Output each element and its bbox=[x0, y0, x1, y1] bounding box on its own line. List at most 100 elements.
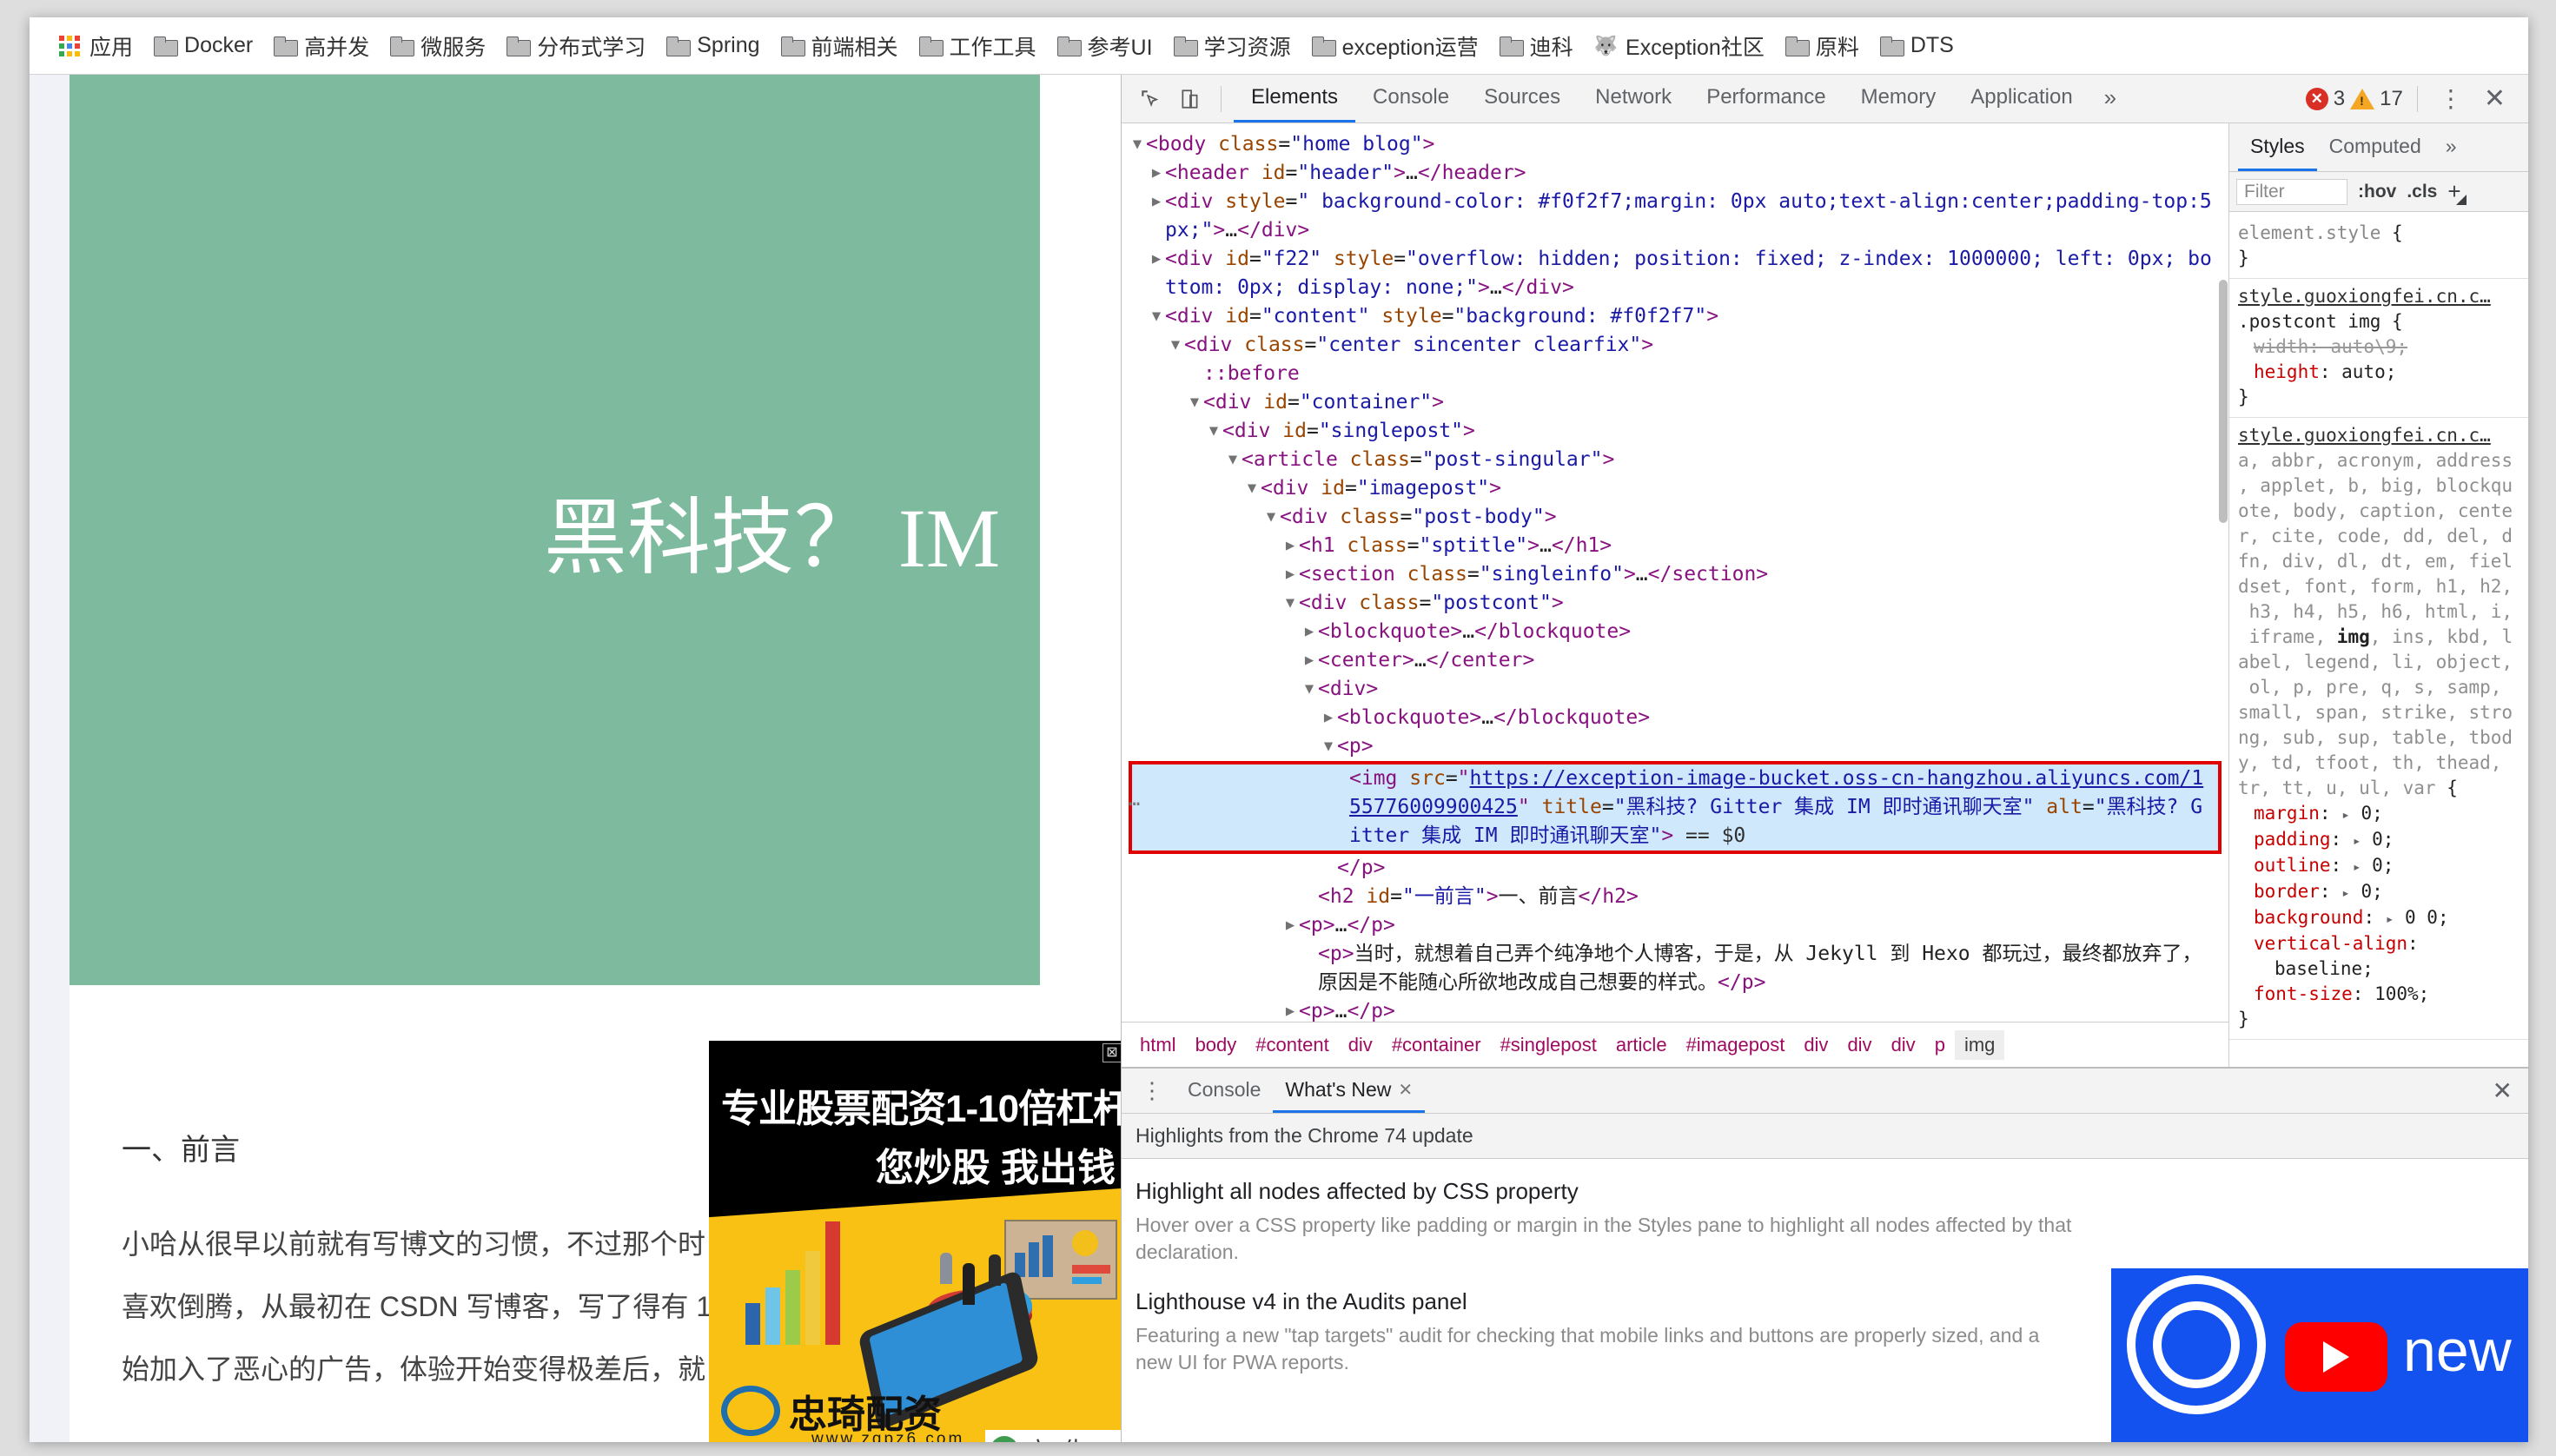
style-rule[interactable]: style.guoxiongfei.cn.c… .postcont img {wi… bbox=[2229, 279, 2528, 418]
style-declaration[interactable]: padding: ▸ 0; bbox=[2238, 827, 2520, 853]
dom-node-row[interactable]: <blockquote>…</blockquote> bbox=[1122, 704, 2228, 732]
bookmark-dike[interactable]: 迪科 bbox=[1489, 25, 1584, 67]
dom-node-row[interactable]: ::before bbox=[1122, 360, 2228, 388]
dom-node-row[interactable]: <div id="f22" style="overflow: hidden; p… bbox=[1122, 245, 2228, 302]
chevron-down-icon[interactable] bbox=[1148, 302, 1165, 331]
ad-close-icon[interactable]: ⊠ bbox=[1103, 1043, 1121, 1062]
tab-sources[interactable]: Sources bbox=[1467, 75, 1578, 122]
dom-node-row[interactable]: <div> bbox=[1122, 675, 2228, 704]
dom-node-row[interactable]: <img src="https://exception-image-bucket… bbox=[1132, 764, 2218, 850]
style-rule-origin[interactable]: style.guoxiongfei.cn.c… bbox=[2238, 284, 2520, 309]
tab-network[interactable]: Network bbox=[1578, 75, 1689, 122]
dom-node-row[interactable]: <header id="header">…</header> bbox=[1122, 159, 2228, 188]
device-toolbar-icon[interactable] bbox=[1172, 82, 1208, 116]
toggle-class-button[interactable]: .cls bbox=[2407, 182, 2437, 202]
dom-node-row[interactable]: <article class="post-singular"> bbox=[1122, 446, 2228, 474]
dom-tree[interactable]: <body class="home blog"> <header id="head… bbox=[1122, 123, 2228, 1022]
style-declaration[interactable]: width: auto\9; bbox=[2238, 334, 2520, 360]
chevron-right-icon[interactable] bbox=[1148, 245, 1165, 274]
bookmark-high-concurrency[interactable]: 高并发 bbox=[263, 25, 380, 67]
style-rule-selector[interactable]: .postcont img { bbox=[2238, 309, 2520, 334]
chevron-right-icon[interactable] bbox=[1320, 704, 1337, 732]
style-declaration[interactable]: font-size: 100%; bbox=[2238, 982, 2520, 1007]
tab-computed[interactable]: Computed bbox=[2317, 123, 2433, 171]
breadcrumb-item[interactable]: div bbox=[1339, 1030, 1382, 1060]
style-declaration[interactable]: margin: ▸ 0; bbox=[2238, 801, 2520, 827]
style-rule[interactable]: style.guoxiongfei.cn.c… a, abbr, acronym,… bbox=[2229, 418, 2528, 1040]
chevron-down-icon[interactable] bbox=[1320, 732, 1337, 761]
dom-node-row[interactable]: <p>…</p> bbox=[1122, 997, 2228, 1022]
tab-console[interactable]: Console bbox=[1355, 75, 1467, 122]
breadcrumb-item[interactable]: #container bbox=[1382, 1030, 1491, 1060]
dom-node-row[interactable]: <div id="imagepost"> bbox=[1122, 474, 2228, 503]
bookmark-exception-ops[interactable]: exception运营 bbox=[1301, 25, 1489, 67]
dom-node-row[interactable]: </p> bbox=[1122, 854, 2228, 883]
chevron-right-icon[interactable] bbox=[1281, 911, 1299, 940]
chevron-down-icon[interactable] bbox=[1129, 130, 1146, 159]
chevron-down-icon[interactable] bbox=[1205, 417, 1222, 446]
bookmark-work-tools[interactable]: 工作工具 bbox=[909, 25, 1047, 67]
dom-node-row[interactable]: <body class="home blog"> bbox=[1122, 130, 2228, 159]
style-declaration[interactable]: border: ▸ 0; bbox=[2238, 879, 2520, 905]
style-rule-origin[interactable]: style.guoxiongfei.cn.c… bbox=[2238, 423, 2520, 448]
bookmark-dts[interactable]: DTS bbox=[1870, 28, 1964, 63]
more-tabs-chevron-icon[interactable]: » bbox=[2090, 75, 2130, 122]
bookmark-spring[interactable]: Spring bbox=[656, 28, 770, 63]
whats-new-item[interactable]: Lighthouse v4 in the Audits panel Featur… bbox=[1136, 1288, 2074, 1376]
breadcrumb-item[interactable]: p bbox=[1925, 1030, 1955, 1060]
chevron-right-icon[interactable] bbox=[1301, 618, 1318, 646]
dom-node-row[interactable]: <section class="singleinfo">…</section> bbox=[1122, 560, 2228, 589]
dom-node-row[interactable]: <p>当时，就想着自己弄个纯净地个人博客，于是，从 Jekyll 到 Hexo … bbox=[1122, 940, 2228, 997]
style-declaration[interactable]: outline: ▸ 0; bbox=[2238, 853, 2520, 879]
tab-styles[interactable]: Styles bbox=[2238, 123, 2317, 171]
chevron-right-icon[interactable] bbox=[1148, 159, 1165, 188]
chevron-down-icon[interactable] bbox=[1262, 503, 1280, 532]
bookmark-microservices[interactable]: 微服务 bbox=[380, 25, 496, 67]
drawer-close-icon[interactable]: ✕ bbox=[2477, 1076, 2528, 1105]
breadcrumb-item[interactable]: img bbox=[1954, 1029, 2005, 1060]
drawer-kebab-menu-icon[interactable]: ⋮ bbox=[1129, 1077, 1175, 1104]
style-declaration[interactable]: background: ▸ 0 0; bbox=[2238, 905, 2520, 931]
dom-node-row[interactable]: <p>…</p> bbox=[1122, 911, 2228, 940]
bookmark-learning-resources[interactable]: 学习资源 bbox=[1163, 25, 1301, 67]
styles-more-tabs-icon[interactable]: » bbox=[2433, 123, 2469, 171]
breadcrumb-item[interactable]: div bbox=[1882, 1030, 1925, 1060]
chevron-down-icon[interactable] bbox=[1167, 331, 1184, 360]
kebab-menu-icon[interactable]: ⋮ bbox=[2432, 84, 2470, 113]
chevron-down-icon[interactable] bbox=[1301, 675, 1318, 704]
chevron-right-icon[interactable] bbox=[1301, 646, 1318, 675]
dom-node-row[interactable]: <div id="container"> bbox=[1122, 388, 2228, 417]
dom-tree-scrollbar[interactable] bbox=[2219, 280, 2228, 523]
chevron-right-icon[interactable] bbox=[1281, 532, 1299, 560]
styles-rules-list[interactable]: element.style {} style.guoxiongfei.cn.c….… bbox=[2229, 212, 2528, 1067]
whats-new-item[interactable]: Highlight all nodes affected by CSS prop… bbox=[1136, 1178, 2074, 1266]
breadcrumb-item[interactable]: #content bbox=[1246, 1030, 1338, 1060]
breadcrumb-item[interactable]: html bbox=[1130, 1030, 1186, 1060]
advertisement-overlay[interactable]: ⊠ 专业股票配资1-10倍杠杆 您炒股 我出钱 忠琦配资 www.zqpz6.c… bbox=[709, 1041, 1121, 1442]
style-rule-selector[interactable]: element.style { bbox=[2238, 221, 2520, 246]
dom-node-row[interactable]: <div class="post-body"> bbox=[1122, 503, 2228, 532]
dom-node-row[interactable]: <h1 class="sptitle">…</h1> bbox=[1122, 532, 2228, 560]
tab-memory[interactable]: Memory bbox=[1844, 75, 1954, 122]
breadcrumb-item[interactable]: #singlepost bbox=[1491, 1030, 1606, 1060]
dom-node-row[interactable]: <p> bbox=[1122, 732, 2228, 761]
chevron-down-icon[interactable] bbox=[1243, 474, 1261, 503]
dom-node-row[interactable]: <blockquote>…</blockquote> bbox=[1122, 618, 2228, 646]
bookmark-docker[interactable]: Docker bbox=[143, 28, 263, 63]
bookmark-apps[interactable]: 应用 bbox=[49, 25, 143, 67]
style-rule[interactable]: element.style {} bbox=[2229, 215, 2528, 279]
style-rule-selector[interactable]: a, abbr, acronym, address, applet, b, bi… bbox=[2238, 448, 2520, 801]
breadcrumb-item[interactable]: body bbox=[1186, 1030, 1247, 1060]
breadcrumb-item[interactable]: div bbox=[1838, 1030, 1881, 1060]
post-hero-image[interactable]: 黑科技？ IM bbox=[70, 75, 1040, 985]
inspect-element-icon[interactable] bbox=[1132, 82, 1169, 116]
styles-filter-input[interactable]: Filter bbox=[2236, 178, 2347, 205]
new-style-rule-button[interactable]: + bbox=[2447, 178, 2467, 205]
chevron-down-icon[interactable] bbox=[1281, 589, 1299, 618]
breadcrumb-item[interactable]: article bbox=[1606, 1030, 1677, 1060]
close-icon[interactable]: ✕ bbox=[1398, 1079, 1413, 1101]
chevron-down-icon[interactable] bbox=[1224, 446, 1242, 474]
style-declaration[interactable]: vertical-align: baseline; bbox=[2238, 931, 2520, 982]
tab-elements[interactable]: Elements bbox=[1234, 75, 1356, 122]
chevron-down-icon[interactable] bbox=[1186, 388, 1203, 417]
